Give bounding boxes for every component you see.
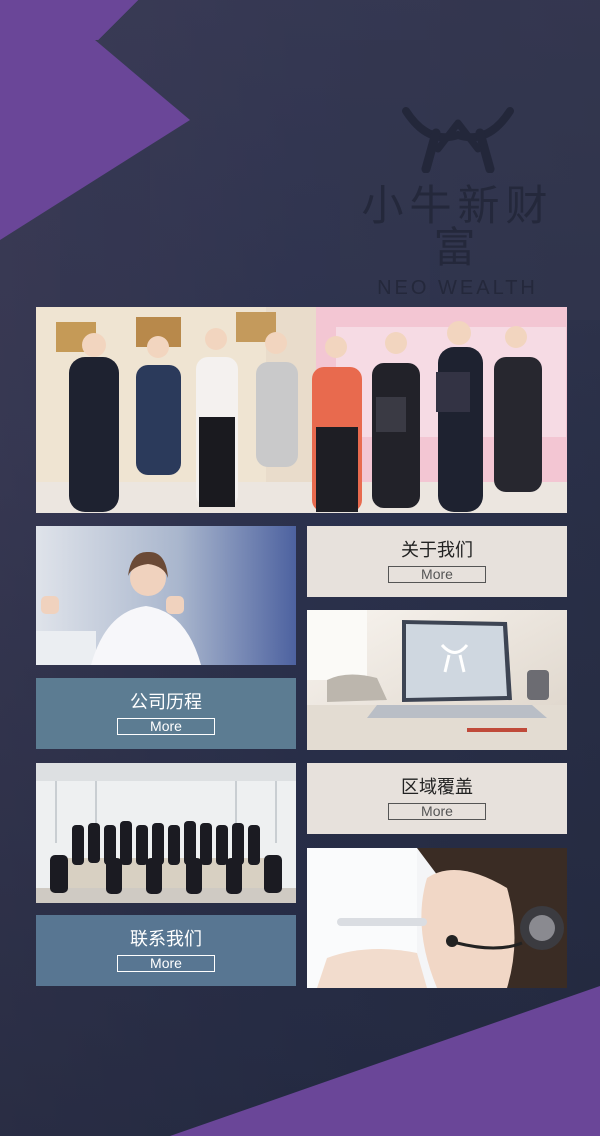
company-history-title: 公司历程 — [130, 692, 202, 713]
about-us-more-button[interactable]: More — [388, 566, 486, 583]
ox-horns-logo-icon — [401, 107, 514, 174]
regional-coverage-title: 区域覆盖 — [401, 777, 473, 798]
decor-triangle-bottom — [170, 986, 600, 1136]
company-history-more-button[interactable]: More — [117, 718, 215, 735]
about-us-card[interactable]: 关于我们 More — [307, 526, 567, 597]
regional-coverage-more-button[interactable]: More — [388, 803, 486, 820]
regional-coverage-card[interactable]: 区域覆盖 More — [307, 763, 567, 834]
brand-logo: 小牛新财富 NEO WEALTH — [340, 105, 575, 300]
award-ceremony-photo — [36, 307, 567, 513]
company-history-card[interactable]: 公司历程 More — [36, 678, 296, 749]
contact-us-more-button[interactable]: More — [117, 955, 215, 972]
thumbs-up-woman-photo — [36, 526, 296, 665]
about-us-title: 关于我们 — [401, 540, 473, 561]
decor-triangle-top-fill — [0, 0, 190, 40]
customer-service-photo — [307, 848, 567, 988]
laptop-desk-photo — [307, 610, 567, 750]
brand-name-cn: 小牛新财富 — [361, 181, 554, 272]
contact-us-card[interactable]: 联系我们 More — [36, 915, 296, 986]
brand-name-en: NEO WEALTH — [377, 277, 538, 299]
contact-us-title: 联系我们 — [130, 929, 202, 950]
team-group-photo — [36, 763, 296, 903]
